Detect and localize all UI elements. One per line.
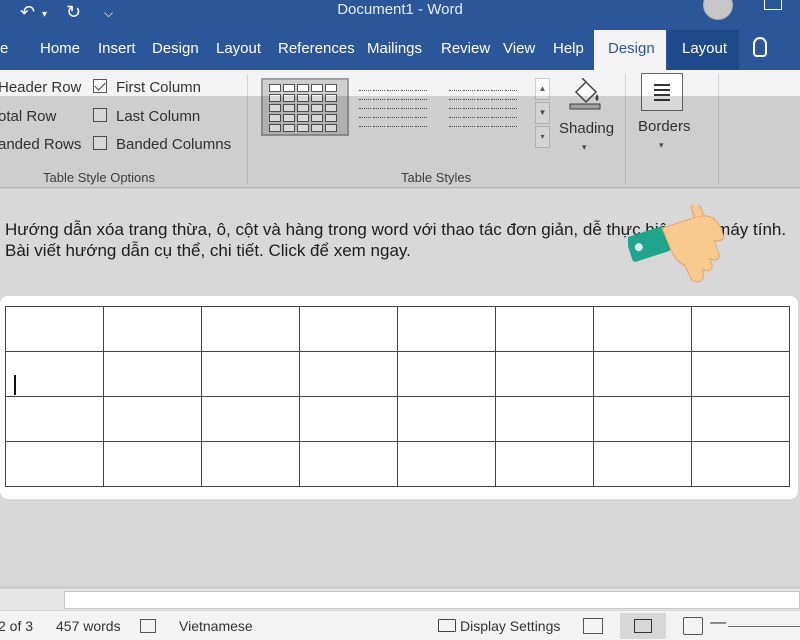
table-cell[interactable] xyxy=(201,441,300,487)
table-cell[interactable] xyxy=(103,396,202,442)
tab-layout[interactable]: Layout xyxy=(216,40,261,57)
table-cell[interactable] xyxy=(691,441,790,487)
table-cell[interactable] xyxy=(5,396,104,442)
word-count[interactable]: 457 words xyxy=(56,618,121,634)
banded-rows-label[interactable]: anded Rows xyxy=(0,136,81,153)
status-bar: 2 of 3 457 words Vietnamese Display Sett… xyxy=(0,610,800,640)
table-cell[interactable] xyxy=(201,396,300,442)
language-indicator[interactable]: Vietnamese xyxy=(179,618,253,634)
table-cell[interactable] xyxy=(593,351,692,397)
table-style-plain-option-2[interactable] xyxy=(443,80,531,138)
shading-dropdown-icon[interactable]: ▾ xyxy=(582,142,587,153)
table-row xyxy=(5,441,790,487)
table-style-grid-option[interactable] xyxy=(261,78,349,136)
group-divider xyxy=(625,74,626,184)
gallery-scroll-up-button[interactable]: ▲ xyxy=(535,78,550,100)
table-cell[interactable] xyxy=(691,351,790,397)
table-cell[interactable] xyxy=(5,351,104,397)
ribbon: Header Row otal Row anded Rows First Col… xyxy=(0,70,800,188)
table-cell[interactable] xyxy=(593,396,692,442)
text-cursor xyxy=(14,375,16,395)
pointing-hand-icon xyxy=(628,205,725,283)
table-cell[interactable] xyxy=(397,396,496,442)
borders-dropdown-icon[interactable]: ▾ xyxy=(659,140,664,151)
tab-design[interactable]: Design xyxy=(152,40,199,57)
gallery-scroll-down-button[interactable]: ▼ xyxy=(535,102,550,124)
table-style-options-group-label: Table Style Options xyxy=(43,170,156,185)
table-cell[interactable] xyxy=(495,441,594,487)
table-style-plain-option[interactable] xyxy=(353,80,441,138)
tab-references[interactable]: References xyxy=(278,40,355,57)
table-cell[interactable] xyxy=(691,306,790,352)
gallery-more-button[interactable]: ▾ xyxy=(535,126,550,148)
group-divider xyxy=(247,74,248,184)
table-cell[interactable] xyxy=(397,441,496,487)
lightbulb-icon[interactable] xyxy=(753,37,767,57)
tab-file[interactable]: e xyxy=(0,40,8,57)
table-cell[interactable] xyxy=(691,396,790,442)
table-styles-group-label: Table Styles xyxy=(401,170,472,185)
tab-review[interactable]: Review xyxy=(441,40,490,57)
table-cell[interactable] xyxy=(103,441,202,487)
tab-table-layout[interactable]: Layout xyxy=(682,40,727,57)
table-cell[interactable] xyxy=(201,351,300,397)
table-cell[interactable] xyxy=(299,306,398,352)
display-settings-button[interactable]: Display Settings xyxy=(460,618,560,634)
horizontal-scrollbar[interactable] xyxy=(0,588,800,610)
table-row xyxy=(5,306,790,352)
scrollbar-thumb[interactable] xyxy=(64,591,800,609)
paint-bucket-icon[interactable] xyxy=(568,78,602,110)
group-divider xyxy=(718,74,719,184)
title-bar: ↶ ▾ ↻ ⌵ Document1 - Word xyxy=(0,0,800,28)
table-cell[interactable] xyxy=(201,306,300,352)
tab-view[interactable]: View xyxy=(503,40,535,57)
banded-columns-checkbox[interactable] xyxy=(93,136,107,150)
tab-table-design[interactable]: Design xyxy=(594,30,666,70)
last-column-checkbox[interactable] xyxy=(93,108,107,122)
borders-icon[interactable] xyxy=(641,73,683,111)
table-cell[interactable] xyxy=(103,306,202,352)
table-cell[interactable] xyxy=(299,441,398,487)
zoom-slider[interactable] xyxy=(728,626,800,627)
table-cell[interactable] xyxy=(299,396,398,442)
banded-columns-label[interactable]: Banded Columns xyxy=(116,136,231,153)
shading-button-label[interactable]: Shading xyxy=(559,120,614,137)
table-cell[interactable] xyxy=(593,441,692,487)
tab-help[interactable]: Help xyxy=(553,40,584,57)
table-cell[interactable] xyxy=(5,441,104,487)
table-cell[interactable] xyxy=(103,351,202,397)
table-cell[interactable] xyxy=(495,306,594,352)
display-settings-icon[interactable] xyxy=(438,619,456,632)
header-row-label[interactable]: Header Row xyxy=(0,79,81,96)
last-column-label[interactable]: Last Column xyxy=(116,108,200,125)
proofing-icon[interactable] xyxy=(140,619,156,633)
table-cell[interactable] xyxy=(593,306,692,352)
read-mode-icon[interactable] xyxy=(583,618,603,634)
first-column-checkbox[interactable] xyxy=(93,79,107,93)
table-row xyxy=(5,396,790,442)
table-cell[interactable] xyxy=(397,306,496,352)
first-column-label[interactable]: First Column xyxy=(116,79,201,96)
page-count[interactable]: 2 of 3 xyxy=(0,618,33,634)
table-cell[interactable] xyxy=(397,351,496,397)
borders-button-label[interactable]: Borders xyxy=(638,118,691,135)
ribbon-tab-bar: e Home Insert Design Layout References M… xyxy=(0,28,800,70)
document-title: Document1 - Word xyxy=(337,1,463,18)
zoom-out-button[interactable]: — xyxy=(710,614,726,632)
table-row xyxy=(5,351,790,397)
table-cell[interactable] xyxy=(299,351,398,397)
table-cell[interactable] xyxy=(495,396,594,442)
tab-home[interactable]: Home xyxy=(40,40,80,57)
tab-mailings[interactable]: Mailings xyxy=(367,40,422,57)
table-cell[interactable] xyxy=(495,351,594,397)
print-layout-icon[interactable] xyxy=(620,613,666,639)
web-layout-icon[interactable] xyxy=(683,617,703,635)
table-cell[interactable] xyxy=(5,306,104,352)
tab-insert[interactable]: Insert xyxy=(98,40,136,57)
document-table[interactable] xyxy=(5,306,790,487)
total-row-label[interactable]: otal Row xyxy=(0,108,56,125)
restore-window-icon[interactable] xyxy=(764,0,782,10)
